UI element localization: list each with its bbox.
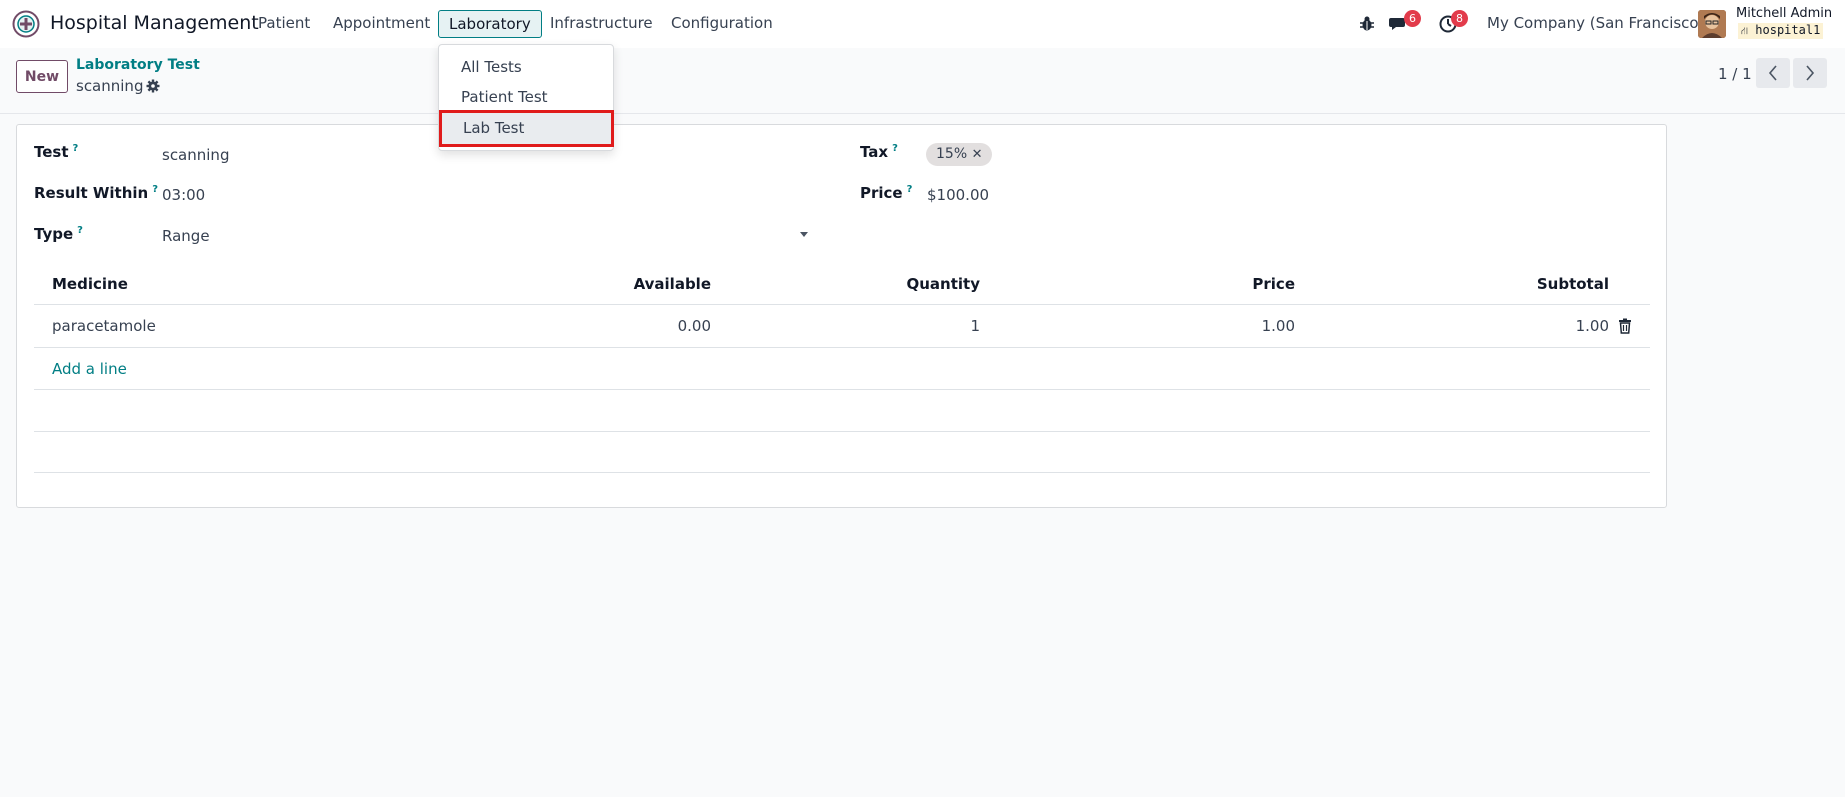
table-row-divider xyxy=(34,347,1650,348)
result-within-field[interactable]: 03:00 xyxy=(162,186,205,204)
type-dropdown-caret-icon[interactable] xyxy=(800,232,808,237)
control-panel-divider xyxy=(0,113,1845,114)
menu-appointment[interactable]: Appointment xyxy=(333,14,430,32)
debug-bug-icon[interactable] xyxy=(1357,14,1377,34)
tag-remove-icon[interactable]: ✕ xyxy=(972,147,983,162)
result-within-label: Result Within? xyxy=(34,184,159,202)
tax-tag-label: 15% xyxy=(936,146,968,162)
menu-laboratory[interactable]: Laboratory xyxy=(438,10,542,38)
tax-help-icon[interactable]: ? xyxy=(892,143,898,154)
menu-item-all-tests[interactable]: All Tests xyxy=(438,52,614,82)
menu-item-patient-test[interactable]: Patient Test xyxy=(438,82,614,112)
tax-label: Tax? xyxy=(860,143,898,161)
pager-next-button[interactable] xyxy=(1793,58,1827,88)
chevron-right-icon xyxy=(1806,65,1815,81)
gear-icon[interactable] xyxy=(146,79,160,93)
column-header-quantity[interactable]: Quantity xyxy=(907,275,981,293)
database-icon: ⛙ xyxy=(1741,26,1749,37)
user-name[interactable]: Mitchell Admin xyxy=(1736,6,1832,21)
test-label: Test? xyxy=(34,143,79,161)
table-row-divider xyxy=(34,431,1650,432)
tax-tag[interactable]: 15% ✕ xyxy=(926,143,993,166)
database-name: ⛙ hospital1 xyxy=(1738,23,1824,39)
app-title[interactable]: Hospital Management xyxy=(50,12,259,34)
column-header-price[interactable]: Price xyxy=(1252,275,1295,293)
menu-infrastructure[interactable]: Infrastructure xyxy=(550,14,653,32)
top-navbar: Hospital Management Patient Appointment … xyxy=(0,0,1845,48)
price-label: Price? xyxy=(860,184,913,202)
result-within-help-icon[interactable]: ? xyxy=(152,184,158,195)
cell-subtotal[interactable]: 1.00 xyxy=(1576,317,1609,335)
company-switcher[interactable]: My Company (San Francisco) xyxy=(1487,14,1704,32)
chevron-left-icon xyxy=(1768,65,1777,81)
database-label: hospital1 xyxy=(1755,23,1821,37)
type-label: Type? xyxy=(34,225,83,243)
pager-previous-button[interactable] xyxy=(1756,58,1790,88)
price-help-icon[interactable]: ? xyxy=(907,184,913,195)
cell-quantity[interactable]: 1 xyxy=(970,317,980,335)
menu-configuration[interactable]: Configuration xyxy=(671,14,773,32)
table-row-divider xyxy=(34,389,1650,390)
user-avatar[interactable] xyxy=(1698,10,1726,38)
messages-badge: 6 xyxy=(1404,10,1421,27)
price-field[interactable]: $100.00 xyxy=(927,186,989,204)
pager-value[interactable]: 1 / 1 xyxy=(1718,65,1752,83)
table-header-divider xyxy=(34,304,1650,305)
new-button[interactable]: New xyxy=(16,60,68,93)
form-sheet xyxy=(16,124,1667,508)
record-name: scanning xyxy=(76,77,144,95)
menu-item-lab-test[interactable]: Lab Test xyxy=(439,110,614,147)
table-row-divider xyxy=(34,472,1650,473)
type-help-icon[interactable]: ? xyxy=(77,225,83,236)
type-select[interactable]: Range xyxy=(162,227,210,245)
delete-row-trash-icon[interactable] xyxy=(1618,318,1632,334)
add-a-line-link[interactable]: Add a line xyxy=(52,360,127,378)
column-header-available[interactable]: Available xyxy=(634,275,711,293)
column-header-subtotal[interactable]: Subtotal xyxy=(1537,275,1609,293)
test-help-icon[interactable]: ? xyxy=(73,143,79,154)
breadcrumb-laboratory-test[interactable]: Laboratory Test xyxy=(76,57,200,73)
menu-patient[interactable]: Patient xyxy=(258,14,310,32)
cell-price[interactable]: 1.00 xyxy=(1262,317,1295,335)
column-header-medicine[interactable]: Medicine xyxy=(52,275,128,293)
cell-medicine[interactable]: paracetamole xyxy=(52,317,156,335)
test-field[interactable]: scanning xyxy=(162,146,229,164)
app-logo-icon[interactable] xyxy=(12,10,40,38)
cell-available[interactable]: 0.00 xyxy=(678,317,711,335)
activities-badge: 8 xyxy=(1451,10,1468,27)
